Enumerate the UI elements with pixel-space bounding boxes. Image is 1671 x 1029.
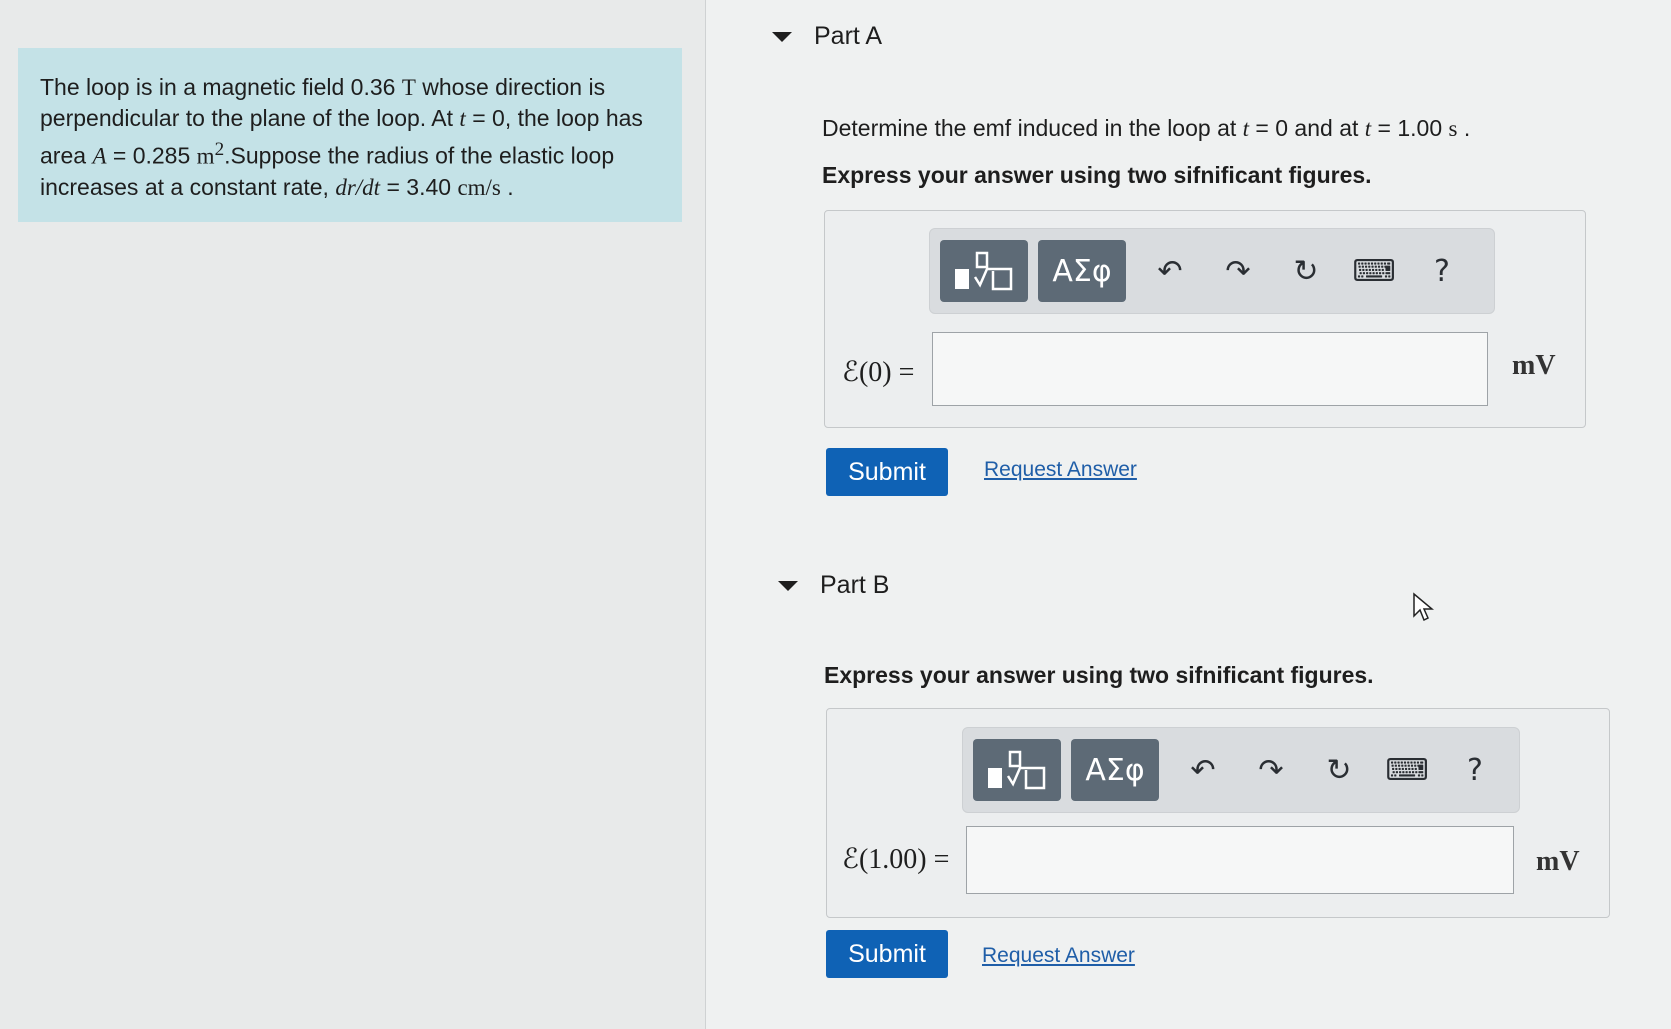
problem-line: area A = 0.285 m2.Suppose the radius of … — [40, 139, 615, 169]
collapse-caret-icon[interactable] — [778, 580, 798, 591]
problem-statement: The loop is in a magnetic field 0.36 T w… — [18, 48, 682, 222]
part-a-header[interactable]: Part A — [772, 22, 882, 51]
unit-label-b: mV — [1536, 846, 1580, 877]
unit-label-a: mV — [1512, 350, 1556, 381]
reset-icon[interactable]: ↻ — [1305, 739, 1373, 801]
part-b-header[interactable]: Part B — [778, 571, 889, 600]
part-b-math-toolbar: ΑΣφ ↶ ↷ ↻ ⌨ ? — [962, 727, 1520, 813]
greek-symbols-button[interactable]: ΑΣφ — [1038, 240, 1126, 302]
keyboard-icon[interactable]: ⌨ — [1373, 739, 1441, 801]
request-answer-link-b[interactable]: Request Answer — [982, 944, 1135, 968]
part-a-instruction: Express your answer using two sifnifican… — [822, 162, 1372, 188]
collapse-caret-icon[interactable] — [772, 31, 792, 42]
redo-icon[interactable]: ↷ — [1237, 739, 1305, 801]
greek-symbols-button[interactable]: ΑΣφ — [1071, 739, 1159, 801]
submit-button-a[interactable]: Submit — [826, 448, 948, 496]
request-answer-link-a[interactable]: Request Answer — [984, 458, 1137, 482]
problem-line: increases at a constant rate, dr/dt = 3.… — [40, 173, 514, 200]
problem-line: The loop is in a magnetic field 0.36 T w… — [40, 74, 606, 100]
help-icon[interactable]: ? — [1441, 739, 1509, 801]
keyboard-icon[interactable]: ⌨ — [1340, 240, 1408, 302]
reset-icon[interactable]: ↻ — [1272, 240, 1340, 302]
part-a-title: Part A — [814, 22, 883, 50]
templates-icon[interactable] — [973, 739, 1061, 801]
problem-line: perpendicular to the plane of the loop. … — [40, 105, 643, 131]
redo-icon[interactable]: ↷ — [1204, 240, 1272, 302]
part-b-title: Part B — [820, 571, 890, 599]
emf-label-a: ℰ(0) = — [842, 357, 915, 388]
emf-input-b[interactable] — [966, 826, 1514, 894]
undo-icon[interactable]: ↶ — [1169, 739, 1237, 801]
mouse-cursor-icon — [1413, 592, 1434, 622]
undo-icon[interactable]: ↶ — [1136, 240, 1204, 302]
problem-pane: The loop is in a magnetic field 0.36 T w… — [0, 0, 706, 1029]
help-icon[interactable]: ? — [1408, 240, 1476, 302]
emf-label-b: ℰ(1.00) = — [842, 844, 950, 875]
submit-button-b[interactable]: Submit — [826, 930, 948, 978]
part-b-instruction: Express your answer using two sifnifican… — [824, 662, 1374, 688]
templates-icon[interactable] — [940, 240, 1028, 302]
part-a-math-toolbar: ΑΣφ ↶ ↷ ↻ ⌨ ? — [929, 228, 1495, 314]
emf-input-a[interactable] — [932, 332, 1488, 406]
part-a-question: Determine the emf induced in the loop at… — [822, 115, 1471, 141]
